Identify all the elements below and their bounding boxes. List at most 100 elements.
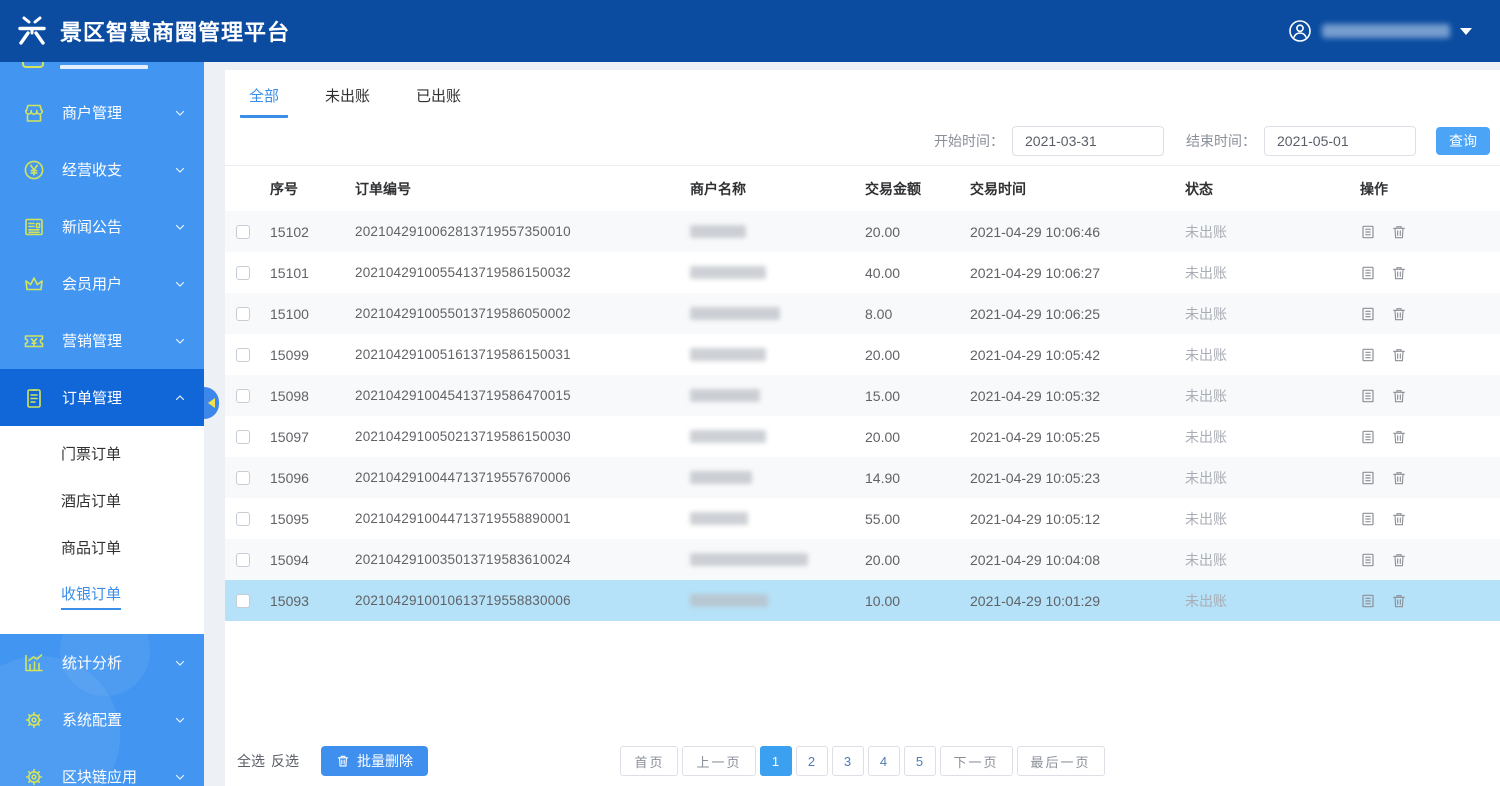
delete-row-button[interactable] xyxy=(1391,470,1407,486)
cell-time: 2021-04-29 10:06:25 xyxy=(970,306,1185,322)
tab-已出账[interactable]: 已出账 xyxy=(407,83,470,118)
delete-row-button[interactable] xyxy=(1391,388,1407,404)
cell-actions xyxy=(1360,511,1500,527)
pagination-page-4[interactable]: 4 xyxy=(868,746,900,776)
sidebar-item-系统配置[interactable]: 系统配置 xyxy=(0,691,204,748)
submenu-item-收银订单[interactable]: 收银订单 xyxy=(0,573,204,620)
sidebar-item-区块链应用[interactable]: 区块链应用 xyxy=(0,748,204,786)
pagination-next[interactable]: 下一页 xyxy=(940,746,1013,776)
menu-icon xyxy=(22,62,44,68)
sidebar-item-新闻公告[interactable]: 新闻公告 xyxy=(0,198,204,255)
order-detail-button[interactable] xyxy=(1360,552,1376,568)
merchant-name-redacted xyxy=(690,307,780,320)
row-checkbox[interactable] xyxy=(236,307,250,321)
cell-actions xyxy=(1360,224,1500,240)
sidebar-item-label: 新闻公告 xyxy=(62,216,174,237)
row-checkbox[interactable] xyxy=(236,594,250,608)
row-checkbox[interactable] xyxy=(236,266,250,280)
delete-row-button[interactable] xyxy=(1391,511,1407,527)
row-checkbox[interactable] xyxy=(236,512,250,526)
row-checkbox[interactable] xyxy=(236,389,250,403)
gear-icon xyxy=(22,708,46,732)
delete-row-button[interactable] xyxy=(1391,265,1407,281)
order-detail-button[interactable] xyxy=(1360,306,1376,322)
order-detail-button[interactable] xyxy=(1360,347,1376,363)
table-row-order-15097[interactable]: 15097202104291005021371958615003020.0020… xyxy=(225,416,1500,457)
table-row-order-15096[interactable]: 15096202104291004471371955767000614.9020… xyxy=(225,457,1500,498)
submenu-item-商品订单[interactable]: 商品订单 xyxy=(0,526,204,573)
pagination-first[interactable]: 首页 xyxy=(620,746,678,776)
content-panel: 全部未出账已出账 开始时间： 结束时间： 查询 序号订单编号商户名称交易金额交易… xyxy=(225,70,1500,786)
table-row-order-15102[interactable]: 15102202104291006281371955735001020.0020… xyxy=(225,211,1500,252)
chevron-down-icon xyxy=(174,278,186,290)
delete-row-button[interactable] xyxy=(1391,429,1407,445)
sidebar-item-会员用户[interactable]: 会员用户 xyxy=(0,255,204,312)
merchant-name-redacted xyxy=(690,430,766,443)
tab-未出账[interactable]: 未出账 xyxy=(316,83,379,118)
delete-row-button[interactable] xyxy=(1391,306,1407,322)
row-checkbox[interactable] xyxy=(236,553,250,567)
table-row-order-15100[interactable]: 1510020210429100550137195860500028.00202… xyxy=(225,293,1500,334)
submenu-item-酒店订单[interactable]: 酒店订单 xyxy=(0,479,204,526)
order-detail-button[interactable] xyxy=(1360,429,1376,445)
cell-merchant-name xyxy=(690,389,865,402)
cell-order-number: 2021042910050213719586150030 xyxy=(355,429,690,444)
row-checkbox[interactable] xyxy=(236,471,250,485)
sidebar-item-统计分析[interactable]: 统计分析 xyxy=(0,634,204,691)
submenu-item-门票订单[interactable]: 门票订单 xyxy=(0,432,204,479)
pagination-page-3[interactable]: 3 xyxy=(832,746,864,776)
cell-status: 未出账 xyxy=(1185,304,1360,324)
end-date-input[interactable] xyxy=(1264,126,1416,156)
cell-time: 2021-04-29 10:05:23 xyxy=(970,470,1185,486)
cell-amount: 8.00 xyxy=(865,306,970,322)
sidebar-item-订单管理[interactable]: 订单管理 xyxy=(0,369,204,426)
sidebar-collapse-handle[interactable] xyxy=(204,387,219,419)
news-icon xyxy=(22,215,46,239)
table-row-order-15095[interactable]: 15095202104291004471371955889000155.0020… xyxy=(225,498,1500,539)
order-detail-button[interactable] xyxy=(1360,470,1376,486)
cell-time: 2021-04-29 10:05:32 xyxy=(970,388,1185,404)
row-checkbox[interactable] xyxy=(236,430,250,444)
order-detail-button[interactable] xyxy=(1360,593,1376,609)
pagination-last[interactable]: 最后一页 xyxy=(1017,746,1105,776)
cell-time: 2021-04-29 10:05:42 xyxy=(970,347,1185,363)
start-date-input[interactable] xyxy=(1012,126,1164,156)
sidebar-item-商户管理[interactable]: 商户管理 xyxy=(0,84,204,141)
cell-amount: 20.00 xyxy=(865,552,970,568)
sidebar-item-营销管理[interactable]: 营销管理 xyxy=(0,312,204,369)
delete-row-button[interactable] xyxy=(1391,552,1407,568)
cell-seq: 15102 xyxy=(270,224,355,240)
pagination-page-2[interactable]: 2 xyxy=(796,746,828,776)
sidebar-item-partially-hidden[interactable] xyxy=(0,62,204,70)
order-detail-button[interactable] xyxy=(1360,224,1376,240)
order-detail-button[interactable] xyxy=(1360,511,1376,527)
table-row-order-15094[interactable]: 15094202104291003501371958361002420.0020… xyxy=(225,539,1500,580)
delete-row-button[interactable] xyxy=(1391,224,1407,240)
table-row-order-15101[interactable]: 15101202104291005541371958615003240.0020… xyxy=(225,252,1500,293)
pagination-prev[interactable]: 上一页 xyxy=(682,746,755,776)
table-row-order-15099[interactable]: 15099202104291005161371958615003120.0020… xyxy=(225,334,1500,375)
cell-actions xyxy=(1360,265,1500,281)
sidebar-item-经营收支[interactable]: 经营收支 xyxy=(0,141,204,198)
delete-row-button[interactable] xyxy=(1391,593,1407,609)
sidebar-item-label: 经营收支 xyxy=(62,159,174,180)
document-detail-icon xyxy=(1360,511,1376,527)
table-row-order-15093[interactable]: 15093202104291001061371955883000610.0020… xyxy=(225,580,1500,621)
cell-actions xyxy=(1360,470,1500,486)
pagination-page-1[interactable]: 1 xyxy=(760,746,792,776)
cell-order-number: 2021042910010613719558830006 xyxy=(355,593,690,608)
query-button[interactable]: 查询 xyxy=(1436,127,1490,155)
tab-全部[interactable]: 全部 xyxy=(240,83,288,118)
cell-seq: 15094 xyxy=(270,552,355,568)
pagination-page-5[interactable]: 5 xyxy=(904,746,936,776)
order-detail-button[interactable] xyxy=(1360,388,1376,404)
trash-icon xyxy=(1391,347,1407,363)
cell-status: 未出账 xyxy=(1185,509,1360,529)
user-menu[interactable] xyxy=(1288,19,1472,43)
cell-seq: 15101 xyxy=(270,265,355,281)
row-checkbox[interactable] xyxy=(236,225,250,239)
order-detail-button[interactable] xyxy=(1360,265,1376,281)
row-checkbox[interactable] xyxy=(236,348,250,362)
delete-row-button[interactable] xyxy=(1391,347,1407,363)
table-row-order-15098[interactable]: 15098202104291004541371958647001515.0020… xyxy=(225,375,1500,416)
